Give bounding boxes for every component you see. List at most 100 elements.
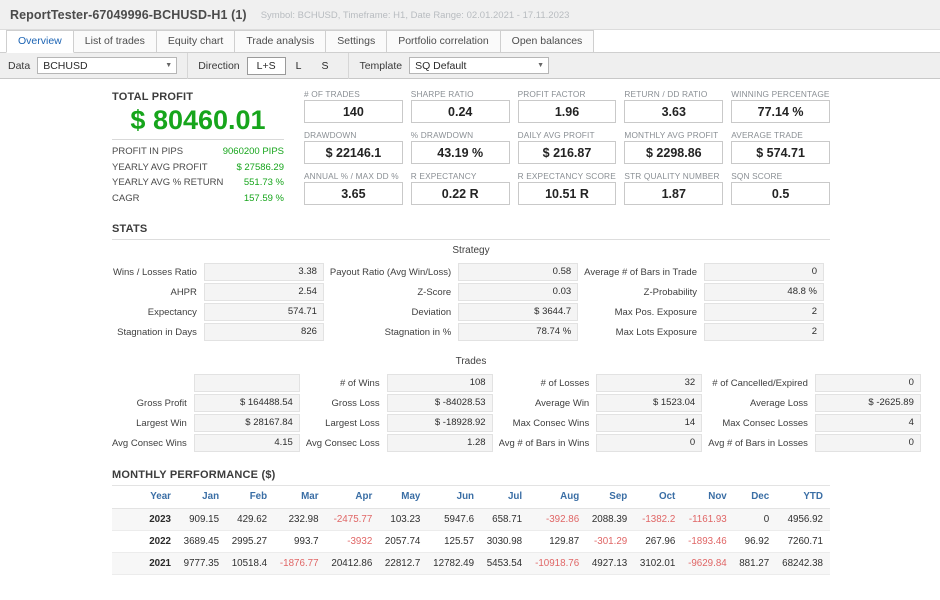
kpi-card: R EXPECTANCY SCORE 10.51 R [517,171,617,208]
column-header[interactable]: Nov [682,485,734,509]
kpi-label: AVERAGE TRADE [731,130,803,140]
tab-trade-analysis[interactable]: Trade analysis [234,30,327,52]
data-label: Data [8,59,31,72]
row-year: 2023 [112,508,178,531]
stat-cell: Max Pos. Exposure 2 [584,302,830,322]
column-header[interactable]: Feb [226,485,275,509]
month-value: -1893.46 [682,530,734,553]
kpi-value: 10.51 R [517,182,617,205]
stat-cell: Gross Loss $ -84028.53 [306,393,499,413]
table-row[interactable]: 2022 3689.45 2995.27 993.7 -3932 2057.74 125.5… [112,530,830,553]
stats-section-title: STATS [112,223,148,235]
kpi-label: DAILY AVG PROFIT [517,130,595,140]
stat-cell: Largest Loss $ -18928.92 [306,413,499,433]
stat-label: Average # of Bars in Trade [584,266,697,278]
profit-detail-value: 9060200 PIPS [222,146,284,157]
column-header[interactable]: Aug [529,485,587,509]
month-value: 125.57 [427,530,482,553]
tab-list-of-trades[interactable]: List of trades [72,30,157,52]
profit-detail-label: PROFIT IN PIPS [112,146,184,157]
month-value: 909.15 [178,508,227,531]
stat-cell: # of Losses 32 [499,373,709,393]
column-header[interactable]: Year [112,485,178,509]
kpi-card: DRAWDOWN $ 22146.1 [304,130,403,167]
kpi-card: RETURN / DD RATIO 3.63 [624,89,724,126]
stat-cell: Avg # of Bars in Wins 0 [499,433,709,453]
table-row[interactable]: 2021 9777.35 10518.4 -1876.77 20412.86 22812.… [112,552,830,575]
stat-value: $ 164488.54 [193,394,300,412]
column-header[interactable]: May [379,485,428,509]
profit-detail-label: CAGR [112,192,140,204]
column-header[interactable]: Jun [427,485,482,509]
tab-equity-chart[interactable]: Equity chart [155,30,236,52]
month-value: -392.86 [529,508,587,531]
column-header[interactable]: Sep [586,485,635,509]
profit-detail-value: $ 27586.29 [236,161,284,173]
direction-option-lpluss[interactable]: L+S [246,56,286,75]
column-header[interactable]: Apr [325,485,380,509]
kpi-label: RETURN / DD RATIO [624,89,708,99]
stat-value: 108 [386,374,493,392]
stat-value: 826 [203,323,324,341]
toolbar-group-template: Template SQ Default ▼ [359,53,559,79]
toolbar-group-direction: Direction L+S L S [198,52,350,79]
stat-cell: Avg Consec Loss 1.28 [306,433,499,453]
stat-value [193,374,300,392]
kpi-label: MONTHLY AVG PROFIT [624,130,719,140]
month-value: 4927.13 [586,552,635,575]
month-value: 881.27 [733,552,777,575]
template-select[interactable]: SQ Default ▼ [409,57,550,74]
column-header[interactable]: Oct [634,485,683,509]
profit-detail-row: YEARLY AVG PROFIT $ 27586.29 [112,160,284,176]
stat-cell: Average Win $ 1523.04 [499,393,709,413]
direction-option-l[interactable]: L [286,57,312,75]
template-select-value: SQ Default [415,59,467,72]
stat-label: # of Losses [540,377,590,389]
stat-cell: Gross Profit $ 164488.54 [112,393,306,413]
stat-cell: Max Consec Wins 14 [499,413,709,433]
kpi-card: DAILY AVG PROFIT $ 216.87 [517,130,617,167]
profit-detail-value: 157.59 % [243,192,284,204]
stat-cell: Wins / Losses Ratio 3.38 [112,262,330,282]
stat-value: 0 [814,434,921,452]
direction-option-s[interactable]: S [311,57,338,75]
monthly-performance-title: MONTHLY PERFORMANCE ($) [112,469,276,481]
stat-value: 4.15 [193,434,300,452]
stat-cell: Average # of Bars in Trade 0 [584,262,830,282]
kpi-card: PROFIT FACTOR 1.96 [517,89,617,126]
tab-settings[interactable]: Settings [325,30,388,52]
kpi-label: # OF TRADES [304,89,360,99]
kpi-card: WINNING PERCENTAGE 77.14 % [731,89,830,126]
window-title: ReportTester-67049996-BCHUSD-H1 (1) [10,7,247,22]
row-year: 2022 [112,530,178,553]
tab-open-balances[interactable]: Open balances [499,30,595,52]
stat-value: $ 1523.04 [596,394,703,412]
stat-label: Z-Probability [643,286,697,298]
kpi-card: # OF TRADES 140 [304,89,403,126]
profit-detail-label: YEARLY AVG % RETURN [112,177,224,188]
tab-portfolio-correlation[interactable]: Portfolio correlation [386,30,501,52]
month-value: -1876.77 [274,552,326,575]
stat-value: 0.58 [458,263,579,281]
stat-cell: Stagnation in % 78.74 % [330,322,584,342]
column-header[interactable]: Jan [178,485,227,509]
data-select[interactable]: BCHUSD ▼ [37,57,178,74]
column-header[interactable]: Mar [274,485,326,509]
stat-value: 2 [704,303,824,321]
tab-overview[interactable]: Overview [6,30,74,53]
chevron-down-icon: ▼ [537,62,545,69]
kpi-value: $ 574.71 [731,141,830,164]
stat-value: 0 [814,374,921,392]
stat-label: Max Consec Wins [512,417,590,429]
column-header[interactable]: Dec [733,485,777,509]
kpi-value: 77.14 % [731,100,830,123]
column-header[interactable]: YTD [776,485,830,509]
table-row[interactable]: 2023 909.15 429.62 232.98 -2475.77 103.23 5947… [112,508,830,531]
kpi-value: 43.19 % [410,141,510,164]
kpi-value: 0.22 R [410,182,510,205]
stat-label: Avg Consec Wins [112,437,187,449]
month-value: 232.98 [274,508,326,531]
stats-divider [112,239,830,240]
stat-label: Largest Win [136,417,187,429]
column-header[interactable]: Jul [481,485,530,509]
